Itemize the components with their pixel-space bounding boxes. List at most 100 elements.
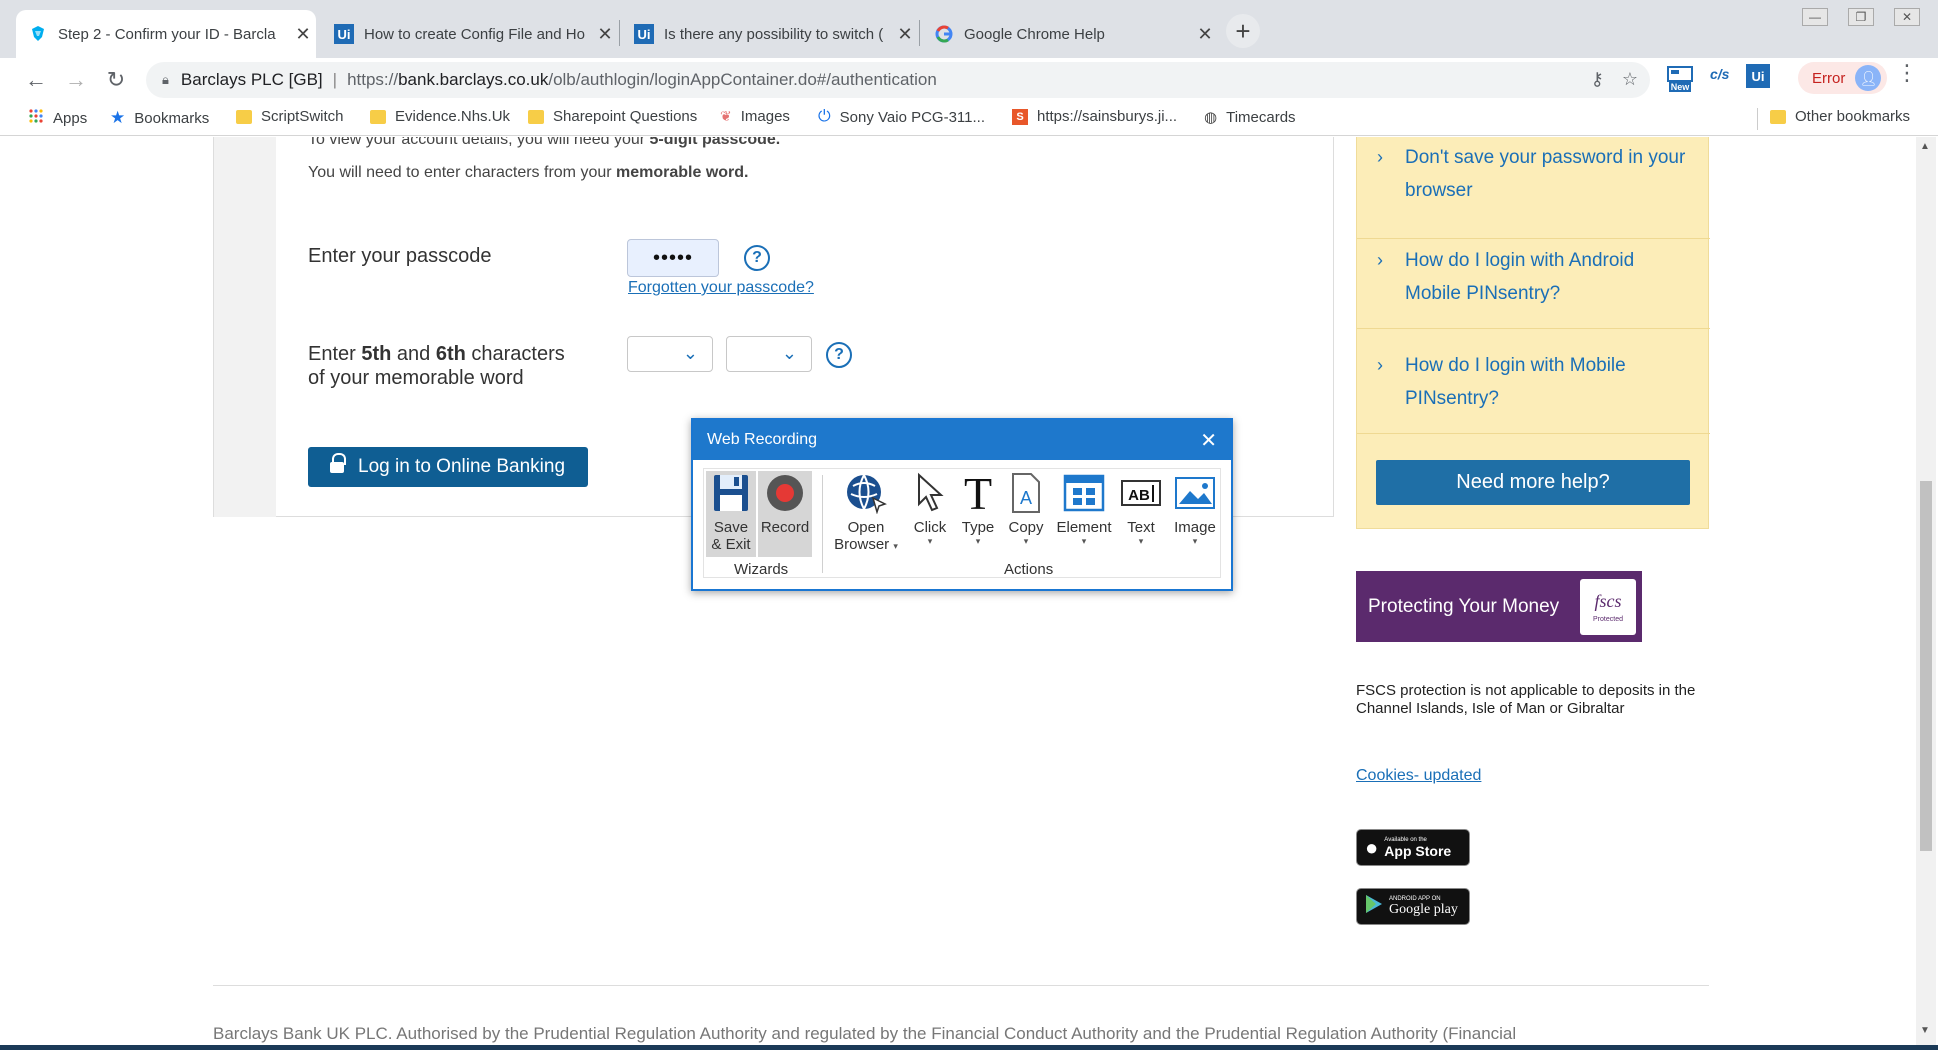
uipath-icon: Ui — [334, 24, 354, 44]
help-link-mobile-pinsentry[interactable]: › How do I login with Mobile PINsentry? — [1357, 349, 1710, 434]
type-button[interactable]: T Type ▾ — [958, 470, 998, 546]
bookmark-apps[interactable]: Apps — [28, 108, 87, 128]
bookmark-label: ScriptSwitch — [261, 108, 344, 125]
click-button[interactable]: Click ▾ — [910, 471, 950, 546]
uipath-icon: Ui — [634, 24, 654, 44]
bookmark-other[interactable]: Other bookmarks — [1770, 108, 1910, 125]
footer-divider — [213, 985, 1709, 986]
ribbon-label: & Exit — [711, 536, 751, 553]
close-window-icon[interactable]: ✕ — [1894, 8, 1920, 26]
copy-button[interactable]: A Copy ▾ — [1004, 471, 1048, 546]
close-icon[interactable]: ✕ — [1200, 428, 1217, 453]
record-button[interactable]: Record — [758, 471, 812, 557]
help-link-android-pinsentry[interactable]: › How do I login with Android Mobile PIN… — [1357, 244, 1710, 329]
google-play-badge[interactable]: ANDROID APP ON Google play — [1356, 888, 1470, 925]
memorable-char-5-select[interactable]: ⌄ — [627, 336, 713, 372]
scroll-down-icon[interactable]: ▼ — [1920, 1025, 1930, 1036]
help-link-text: PINsentry? — [1405, 388, 1499, 409]
group-label-wizards: Wizards — [734, 561, 789, 578]
need-more-help-button[interactable]: Need more help? — [1376, 460, 1690, 505]
new-extension-icon[interactable]: New — [1666, 64, 1694, 94]
fscs-logo-text: fscs — [1594, 591, 1622, 611]
key-icon[interactable]: ⚷ — [1591, 69, 1604, 90]
bookmark-sharepoint[interactable]: Sharepoint Questions — [528, 108, 697, 125]
tab-title: Google Chrome Help — [964, 25, 1105, 43]
badge-big-text: Google play — [1389, 901, 1458, 917]
app-store-badge[interactable]: ● Available on the App Store — [1356, 829, 1470, 866]
bookmarks-bar: Apps ★ Bookmarks ScriptSwitch Evidence.N… — [0, 102, 1938, 136]
save-exit-button[interactable]: Save & Exit — [706, 471, 756, 557]
open-browser-button[interactable]: Open Browser ▾ — [834, 471, 898, 553]
login-button[interactable]: Log in to Online Banking — [308, 447, 588, 487]
ribbon-group-divider — [822, 475, 823, 573]
forgotten-passcode-link[interactable]: Forgotten your passcode? — [628, 279, 814, 297]
bookmark-images[interactable]: ❦ Images — [720, 108, 790, 125]
cookies-link[interactable]: Cookies- updated — [1356, 767, 1481, 785]
memorable-char-6-select[interactable]: ⌄ — [726, 336, 812, 372]
ribbon-label: Browser — [834, 536, 890, 553]
bookmark-bookmarks[interactable]: ★ Bookmarks — [110, 108, 209, 128]
profile-error-chip[interactable]: Error 👤︎ — [1798, 62, 1888, 94]
bookmark-sainsburys[interactable]: S https://sainsburys.ji... — [1012, 108, 1177, 125]
tab-chrome-help[interactable]: Google Chrome Help ✕ — [922, 10, 1218, 58]
passcode-help-icon[interactable]: ? — [744, 245, 770, 271]
window-controls: — ❐ ✕ — [1802, 8, 1920, 26]
fscs-banner[interactable]: Protecting Your Money fscs Protected — [1356, 571, 1642, 642]
minimize-icon[interactable]: — — [1802, 8, 1828, 26]
image-button[interactable]: Image ▾ — [1170, 471, 1220, 546]
bookmark-scriptswitch[interactable]: ScriptSwitch — [236, 108, 344, 125]
bookmark-star-icon[interactable]: ☆ — [1622, 69, 1638, 90]
memorable-help-icon[interactable]: ? — [826, 342, 852, 368]
tab-config-file[interactable]: Ui How to create Config File and Ho ✕ — [322, 10, 618, 58]
scroll-up-icon[interactable]: ▲ — [1920, 141, 1930, 152]
ribbon-label: Click — [913, 519, 947, 536]
lock-icon — [330, 453, 346, 475]
tab-barclays[interactable]: Step 2 - Confirm your ID - Barcla ✕ — [16, 10, 316, 58]
reload-icon[interactable]: ↻ — [100, 64, 132, 96]
label-part: of your memorable word — [308, 367, 524, 389]
globe-icon: ◍ — [1204, 109, 1218, 126]
bookmark-evidence[interactable]: Evidence.Nhs.Uk — [370, 108, 510, 125]
images-icon: ❦ — [720, 108, 732, 124]
forward-arrow-icon[interactable]: → — [60, 64, 92, 96]
url-path: /olb/authlogin/loginAppContainer.do#/aut… — [548, 70, 937, 89]
cs-extension-icon[interactable]: c/s — [1710, 66, 1729, 82]
svg-text:AB: AB — [1128, 487, 1150, 504]
passcode-input[interactable]: ••••• — [627, 239, 719, 277]
close-tab-icon[interactable]: ✕ — [592, 24, 618, 45]
restore-icon[interactable]: ❐ — [1848, 8, 1874, 26]
bookmark-timecards[interactable]: ◍ Timecards — [1204, 108, 1296, 127]
login-button-label: Log in to Online Banking — [358, 456, 566, 477]
element-button[interactable]: Element ▾ — [1054, 471, 1114, 546]
close-tab-icon[interactable]: ✕ — [892, 24, 918, 45]
browser-toolbar: ← → ↻ 🔒︎ Barclays PLC [GB] | https://ban… — [0, 58, 1938, 102]
copy-document-icon: A — [1009, 471, 1043, 515]
uipath-extension-icon[interactable]: Ui — [1746, 64, 1770, 88]
address-bar[interactable]: 🔒︎ Barclays PLC [GB] | https://bank.barc… — [146, 62, 1650, 98]
help-link-dont-save-password[interactable]: › Don't save your password in your brows… — [1357, 141, 1710, 239]
ribbon-label-with-caret: Browser ▾ — [834, 536, 898, 553]
scroll-thumb[interactable] — [1920, 481, 1932, 851]
bookmark-label: Bookmarks — [134, 109, 210, 127]
text-button[interactable]: AB Text ▾ — [1118, 471, 1164, 546]
menu-kebab-icon[interactable]: ⋮ — [1896, 60, 1918, 86]
ribbon-label: Type — [961, 519, 995, 536]
url-host: bank.barclays.co.uk — [398, 70, 549, 89]
lock-icon: 🔒︎ — [162, 72, 169, 87]
dropdown-caret-icon: ▾ — [893, 541, 898, 551]
google-g-icon — [934, 24, 954, 44]
new-tab-button[interactable]: + — [1226, 14, 1260, 48]
tab-switch-question[interactable]: Ui Is there any possibility to switch ( … — [622, 10, 918, 58]
apps-grid-icon — [28, 108, 44, 128]
chevron-down-icon: ⌄ — [682, 343, 698, 363]
back-arrow-icon[interactable]: ← — [20, 64, 52, 96]
group-label-actions: Actions — [1004, 561, 1054, 578]
bookmark-sony-vaio[interactable]: ⏻ Sony Vaio PCG-311... — [818, 108, 985, 126]
tab-strip: Step 2 - Confirm your ID - Barcla ✕ Ui H… — [0, 0, 1938, 58]
site-identity: Barclays PLC [GB] — [180, 70, 323, 89]
dialog-title-bar[interactable]: Web Recording ✕ — [693, 420, 1231, 460]
close-tab-icon[interactable]: ✕ — [290, 24, 316, 45]
page-scrollbar[interactable]: ▲ ▼ — [1916, 137, 1936, 1045]
close-tab-icon[interactable]: ✕ — [1192, 24, 1218, 45]
record-icon — [765, 471, 805, 515]
